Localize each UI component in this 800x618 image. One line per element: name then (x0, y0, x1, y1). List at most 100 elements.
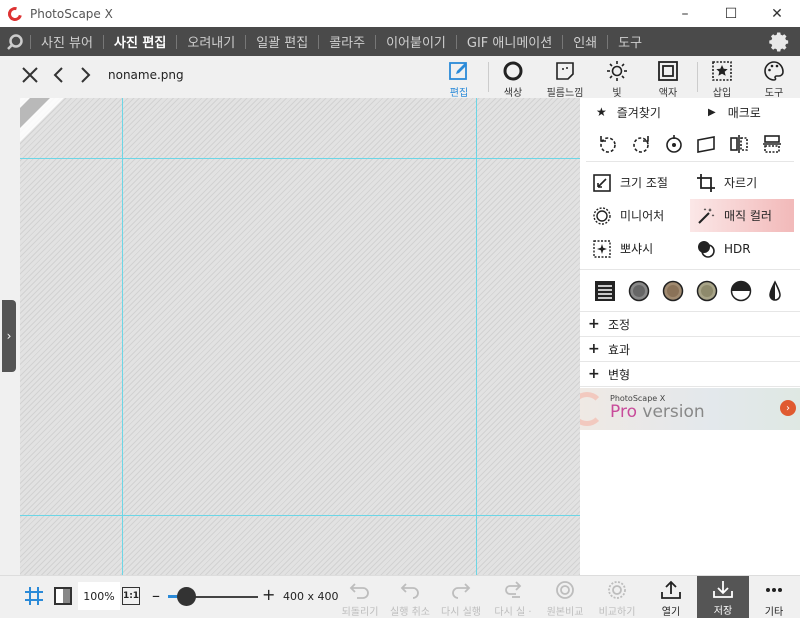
nav-tools[interactable]: 도구 (608, 27, 652, 56)
rotate-left-icon[interactable] (597, 133, 619, 155)
macro-button[interactable]: ▶ 매크로 (708, 104, 761, 121)
more-dots-icon (766, 588, 782, 592)
grid-toggle-icon[interactable] (24, 586, 44, 609)
original-compare-label: 원본비교 (546, 607, 584, 618)
section-label: 효과 (608, 342, 631, 357)
redo-button[interactable]: 다시 실행 (435, 580, 487, 618)
palette-icon (764, 61, 784, 81)
revert-button[interactable]: 되돌리기 (334, 580, 386, 618)
maximize-button[interactable]: ☐ (708, 0, 754, 27)
nav-combine[interactable]: 이어붙이기 (376, 27, 456, 56)
actual-size-button[interactable]: 1:1 (122, 587, 140, 605)
nav-gif[interactable]: GIF 애니메이션 (457, 27, 562, 56)
zoom-slider-knob[interactable] (176, 587, 196, 606)
star-icon: ★ (596, 105, 607, 119)
banner-arrow-icon[interactable]: › (780, 400, 796, 416)
pro-version-badge (20, 98, 64, 142)
favorites-button[interactable]: ★ 즐겨찾기 (596, 104, 708, 121)
crop-label: 자르기 (724, 176, 758, 190)
minimize-button[interactable]: – (662, 0, 708, 27)
olive-filter-icon[interactable] (696, 280, 718, 302)
menu-lines-icon[interactable] (594, 280, 616, 302)
save-label: 저장 (713, 605, 733, 617)
zoom-in-button[interactable]: + (262, 585, 275, 604)
nav-photo-editor[interactable]: 사진 편집 (104, 27, 176, 56)
image-size-label: 400 x 400 (283, 590, 339, 603)
guide-line-vertical (476, 98, 477, 575)
tool-frame[interactable]: 액자 (644, 60, 692, 99)
section-transform[interactable]: + 변형 (580, 362, 800, 387)
expand-panel-handle[interactable]: › (2, 300, 16, 372)
straighten-icon[interactable] (695, 133, 717, 155)
drop-icon[interactable] (764, 279, 786, 302)
home-icon[interactable] (0, 33, 30, 51)
tool-edit[interactable]: 편집 (435, 60, 483, 99)
tool-tools[interactable]: 도구 (750, 60, 798, 99)
resize-label: 크기 조절 (620, 176, 668, 190)
compare-view-icon[interactable] (54, 587, 72, 605)
settings-gear-icon[interactable] (768, 31, 790, 56)
edit-tools-grid: 크기 조절 자르기 미니어처 매직 컬러 뽀샤시 HDR (580, 162, 800, 270)
tool-label: 삽입 (712, 88, 732, 99)
magic-color-tool[interactable]: 매직 컬러 (690, 199, 794, 232)
compare-button[interactable]: 비교하기 (591, 580, 643, 618)
rotate-right-icon[interactable] (630, 133, 652, 155)
open-label: 열기 (661, 607, 681, 618)
more-button[interactable]: 기타 (748, 580, 800, 618)
nav-photo-viewer[interactable]: 사진 뷰어 (31, 27, 103, 56)
miniature-tool[interactable]: 미니어처 (586, 199, 690, 232)
hdr-label: HDR (724, 241, 751, 256)
flip-horizontal-icon[interactable] (728, 133, 750, 155)
section-label: 변형 (608, 367, 631, 382)
banner-logo-icon (580, 392, 604, 426)
rotate-free-icon[interactable] (663, 133, 685, 155)
contrast-half-icon[interactable] (730, 280, 752, 302)
tool-label: 색상 (503, 88, 523, 99)
bloom-tool[interactable]: 뽀샤시 (586, 232, 690, 265)
section-adjust[interactable]: + 조정 (580, 312, 800, 337)
tool-light[interactable]: 빛 (593, 60, 641, 99)
bottom-bar: 100% 1:1 – + 400 x 400 되돌리기 실행 취소 다시 실행 … (0, 575, 800, 618)
redo-more-button[interactable]: 다시 실 · (487, 580, 539, 618)
window-controls: – ☐ ✕ (662, 0, 800, 27)
original-compare-button[interactable]: 원본비교 (539, 580, 591, 618)
close-window-button[interactable]: ✕ (754, 0, 800, 27)
pro-version-banner[interactable]: PhotoScape X Pro version › (580, 388, 800, 430)
file-name: noname.png (108, 68, 184, 82)
zoom-out-button[interactable]: – (152, 586, 160, 605)
next-arrow-icon[interactable] (76, 64, 96, 86)
undo-button[interactable]: 실행 취소 (384, 580, 436, 618)
nav-print[interactable]: 인쇄 (563, 27, 607, 56)
open-upload-icon (661, 580, 681, 599)
tool-insert[interactable]: 삽입 (698, 60, 746, 99)
revert-label: 되돌리기 (341, 607, 379, 618)
previous-arrow-icon[interactable] (48, 64, 68, 86)
zoom-level-field[interactable]: 100% (78, 582, 120, 610)
flip-vertical-icon[interactable] (761, 133, 783, 155)
nav-batch[interactable]: 일괄 편집 (246, 27, 318, 56)
section-effects[interactable]: + 효과 (580, 337, 800, 362)
compare-icon (608, 581, 626, 599)
image-canvas[interactable] (20, 98, 580, 575)
edit-icon (449, 62, 467, 80)
close-file-icon[interactable] (20, 64, 40, 86)
app-title: PhotoScape X (30, 6, 113, 21)
nav-cut-out[interactable]: 오려내기 (177, 27, 245, 56)
hdr-icon (698, 240, 715, 258)
save-button[interactable]: 저장 (697, 576, 749, 618)
tool-label: 필름느낌 (546, 88, 584, 99)
color-icon (503, 61, 523, 81)
revert-icon (349, 583, 369, 599)
frame-icon (658, 61, 678, 81)
nav-collage[interactable]: 콜라주 (319, 27, 375, 56)
resize-tool[interactable]: 크기 조절 (586, 166, 690, 199)
tool-color[interactable]: 색상 (489, 60, 537, 99)
tool-film[interactable]: 필름느낌 (541, 60, 589, 99)
open-button[interactable]: 열기 (645, 580, 697, 618)
grayscale-filter-icon[interactable] (628, 280, 650, 302)
sepia-filter-icon[interactable] (662, 280, 684, 302)
redo-more-icon (505, 581, 522, 598)
crop-tool[interactable]: 자르기 (690, 166, 794, 199)
tool-label: 액자 (658, 88, 678, 99)
hdr-tool[interactable]: HDR (690, 232, 794, 265)
